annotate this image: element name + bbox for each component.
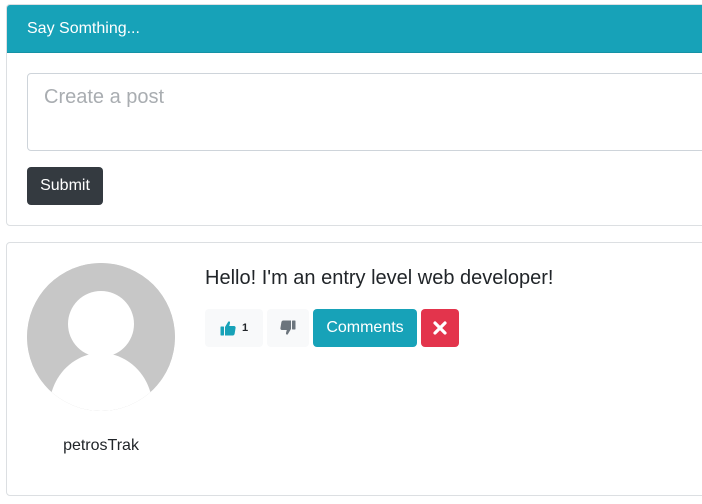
create-post-input[interactable]	[27, 73, 702, 151]
post-author-username: petrosTrak	[63, 437, 139, 454]
post-content: Hello! I'm an entry level web developer!	[205, 267, 554, 289]
dislike-button[interactable]	[267, 309, 309, 347]
thumbs-up-icon	[220, 321, 236, 336]
comments-button[interactable]: Comments	[313, 309, 417, 347]
post-composer-card: Say Somthing... Submit	[6, 4, 702, 226]
composer-header: Say Somthing...	[7, 5, 702, 53]
close-icon	[433, 321, 447, 335]
submit-button[interactable]: Submit	[27, 167, 103, 205]
post-card: petrosTrak Hello! I'm an entry level web…	[6, 242, 702, 496]
like-button[interactable]: 1	[205, 309, 263, 347]
delete-post-button[interactable]	[421, 309, 459, 347]
user-silhouette-icon	[27, 263, 175, 411]
like-count: 1	[241, 322, 249, 334]
thumbs-down-icon	[280, 320, 296, 335]
avatar	[27, 263, 175, 411]
